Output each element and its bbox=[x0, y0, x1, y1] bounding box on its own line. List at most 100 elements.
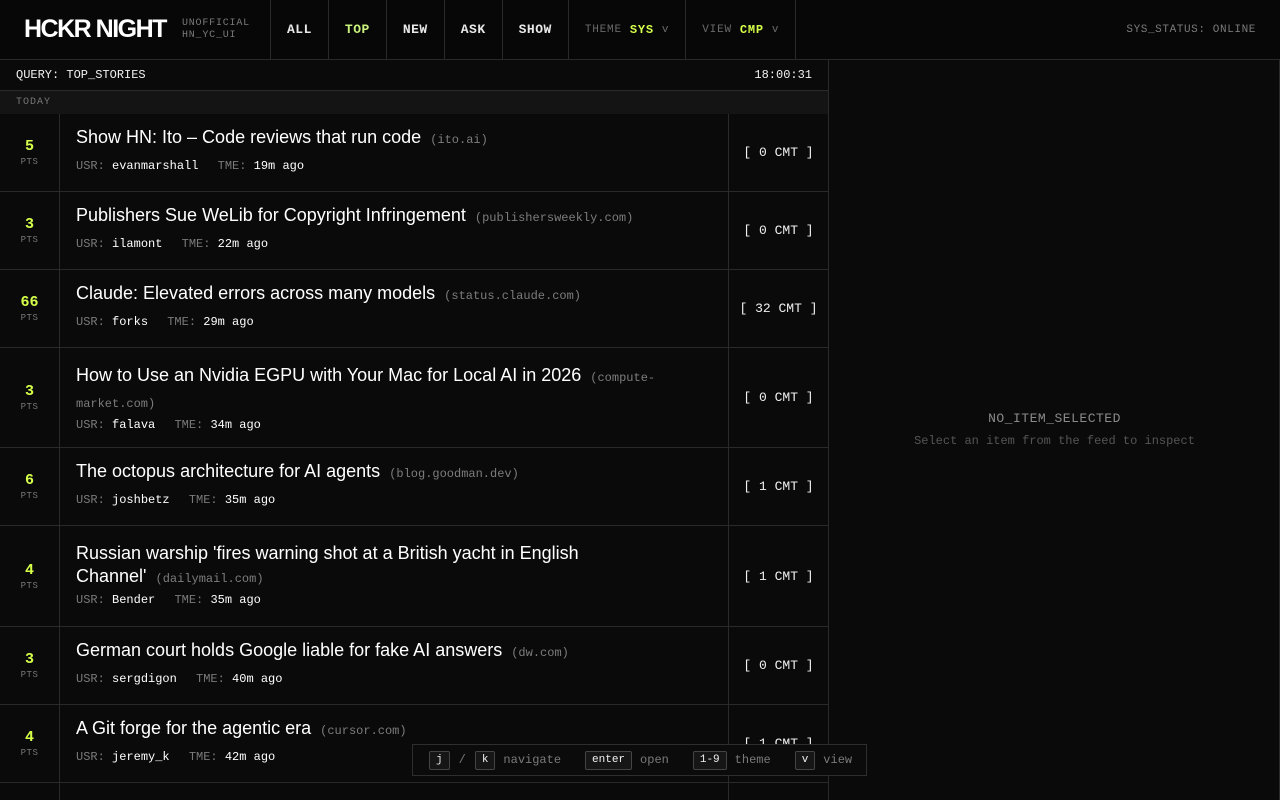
story-user[interactable]: ilamont bbox=[112, 237, 162, 251]
user-label: USR: bbox=[76, 672, 105, 686]
points-value: 4 bbox=[24, 561, 34, 579]
comments-button[interactable]: [ 1 CMT ] bbox=[729, 448, 828, 525]
points-label: PTS bbox=[20, 402, 39, 412]
view-selector[interactable]: VIEW CMP v bbox=[686, 0, 797, 59]
story-user[interactable]: falava bbox=[112, 418, 155, 432]
shortcut-navigate: navigate bbox=[503, 753, 562, 767]
story-domain[interactable]: (status.claude.com) bbox=[444, 289, 581, 303]
story-time: 35m ago bbox=[210, 593, 261, 607]
header-spacer bbox=[796, 0, 1126, 59]
story-feed[interactable]: QUERY: TOP_STORIES 18:00:31 TODAY 5 PTS … bbox=[0, 60, 829, 800]
story-row[interactable]: 6 PTS The octopus architecture for AI ag… bbox=[0, 448, 828, 526]
points-cell: 6 PTS bbox=[0, 448, 60, 525]
story-body bbox=[60, 783, 729, 800]
points-value: 3 bbox=[24, 216, 34, 233]
story-user[interactable]: sergdigon bbox=[112, 672, 177, 686]
story-body: German court holds Google liable for fak… bbox=[60, 627, 729, 704]
points-cell: 66 PTS bbox=[0, 270, 60, 347]
nav-top[interactable]: TOP bbox=[329, 0, 387, 59]
story-domain[interactable]: (dw.com) bbox=[511, 646, 569, 660]
comments-button[interactable]: [ 0 CMT ] bbox=[729, 348, 828, 447]
points-value: 66 bbox=[20, 294, 39, 311]
story-meta: USR: joshbetz TME: 35m ago bbox=[76, 493, 712, 507]
story-user[interactable]: joshbetz bbox=[112, 493, 170, 507]
time-label: TME: bbox=[188, 493, 218, 507]
story-domain[interactable]: (ito.ai) bbox=[430, 133, 488, 147]
theme-selector[interactable]: THEME SYS v bbox=[569, 0, 687, 59]
story-user[interactable]: Bender bbox=[112, 593, 155, 607]
sys-status: SYS_STATUS: ONLINE bbox=[1126, 23, 1256, 36]
story-title[interactable]: How to Use an Nvidia EGPU with Your Mac … bbox=[76, 365, 581, 385]
story-meta: USR: sergdigon TME: 40m ago bbox=[76, 672, 712, 686]
story-user[interactable]: forks bbox=[112, 315, 148, 329]
story-title-line: Russian warship 'fires warning shot at a… bbox=[76, 542, 596, 591]
story-user[interactable]: jeremy_k bbox=[112, 750, 170, 764]
story-title-line: Show HN: Ito – Code reviews that run cod… bbox=[76, 121, 656, 157]
points-cell: 3 PTS bbox=[0, 192, 60, 269]
nav-new[interactable]: NEW bbox=[387, 0, 445, 59]
story-meta: USR: falava TME: 34m ago bbox=[76, 418, 712, 432]
points-label: PTS bbox=[20, 670, 39, 680]
comments-button[interactable]: [ 32 CMT ] bbox=[729, 270, 828, 347]
story-title-line: German court holds Google liable for fak… bbox=[76, 634, 656, 670]
story-row[interactable]: 5 PTS Show HN: Ito – Code reviews that r… bbox=[0, 114, 828, 192]
kbd-k: k bbox=[474, 750, 496, 770]
points-cell: 3 PTS bbox=[0, 627, 60, 704]
points-cell: 3 PTS bbox=[0, 348, 60, 447]
story-title[interactable]: Publishers Sue WeLib for Copyright Infri… bbox=[76, 205, 466, 225]
time-label: TME: bbox=[188, 750, 218, 764]
view-value: CMP bbox=[739, 22, 764, 37]
story-domain[interactable]: (cursor.com) bbox=[320, 724, 406, 738]
points-cell: 4 PTS bbox=[0, 705, 60, 782]
chevron-down-icon: v bbox=[661, 23, 670, 36]
story-domain[interactable]: (blog.goodman.dev) bbox=[389, 467, 519, 481]
nav-all[interactable]: ALL bbox=[271, 0, 329, 59]
story-row[interactable]: 4 PTS Russian warship 'fires warning sho… bbox=[0, 526, 828, 627]
points-cell: 4 PTS bbox=[0, 526, 60, 626]
nav-show[interactable]: SHOW bbox=[503, 0, 569, 59]
story-title[interactable]: A Git forge for the agentic era bbox=[76, 718, 311, 738]
story-body: How to Use an Nvidia EGPU with Your Mac … bbox=[60, 348, 729, 447]
story-title[interactable]: Claude: Elevated errors across many mode… bbox=[76, 283, 435, 303]
comments-button[interactable]: [ 1 CMT ] bbox=[729, 526, 828, 626]
story-domain[interactable]: (publishersweekly.com) bbox=[475, 211, 633, 225]
user-label: USR: bbox=[76, 750, 105, 764]
story-title[interactable]: Show HN: Ito – Code reviews that run cod… bbox=[76, 127, 421, 147]
story-meta: USR: evanmarshall TME: 19m ago bbox=[76, 159, 712, 173]
story-title-line: A Git forge for the agentic era (cursor.… bbox=[76, 712, 656, 748]
story-title[interactable]: German court holds Google liable for fak… bbox=[76, 640, 502, 660]
comments-button[interactable]: [ 0 CMT ] bbox=[729, 192, 828, 269]
comments-button[interactable]: [ 0 CMT ] bbox=[729, 627, 828, 704]
time-label: TME: bbox=[167, 315, 197, 329]
logo[interactable]: HCKR NIGHT bbox=[24, 15, 167, 44]
story-title[interactable]: The octopus architecture for AI agents bbox=[76, 461, 380, 481]
points-label: PTS bbox=[20, 491, 39, 501]
story-row-partial[interactable] bbox=[0, 783, 828, 800]
story-body: Show HN: Ito – Code reviews that run cod… bbox=[60, 114, 729, 191]
nav-ask[interactable]: ASK bbox=[445, 0, 503, 59]
inspector-panel: NO_ITEM_SELECTED Select an item from the… bbox=[829, 60, 1280, 800]
story-user[interactable]: evanmarshall bbox=[112, 159, 198, 173]
shortcut-view: view bbox=[823, 753, 853, 767]
points-value: 6 bbox=[24, 472, 34, 489]
story-title-line: Publishers Sue WeLib for Copyright Infri… bbox=[76, 199, 656, 235]
theme-value: SYS bbox=[629, 22, 654, 37]
story-time: 19m ago bbox=[253, 159, 305, 173]
points-value: 3 bbox=[24, 383, 34, 400]
points-label: PTS bbox=[20, 235, 39, 245]
story-time: 35m ago bbox=[224, 493, 276, 507]
theme-label: THEME bbox=[584, 23, 622, 36]
brand-subtitle-line1: UNOFFICIAL bbox=[181, 17, 250, 29]
story-row[interactable]: 3 PTS How to Use an Nvidia EGPU with You… bbox=[0, 348, 828, 448]
brand: HCKR NIGHT UNOFFICIAL HN_YC_UI bbox=[0, 0, 271, 59]
story-body: Publishers Sue WeLib for Copyright Infri… bbox=[60, 192, 729, 269]
story-row[interactable]: 3 PTS Publishers Sue WeLib for Copyright… bbox=[0, 192, 828, 270]
comments-button[interactable]: [ 0 CMT ] bbox=[729, 114, 828, 191]
points-value: 4 bbox=[24, 729, 34, 746]
story-title[interactable]: Russian warship 'fires warning shot at a… bbox=[76, 543, 579, 586]
story-row[interactable]: 3 PTS German court holds Google liable f… bbox=[0, 627, 828, 705]
story-domain[interactable]: (dailymail.com) bbox=[156, 572, 264, 586]
section-label: TODAY bbox=[0, 91, 828, 114]
story-row[interactable]: 66 PTS Claude: Elevated errors across ma… bbox=[0, 270, 828, 348]
points-value: 5 bbox=[24, 138, 34, 155]
